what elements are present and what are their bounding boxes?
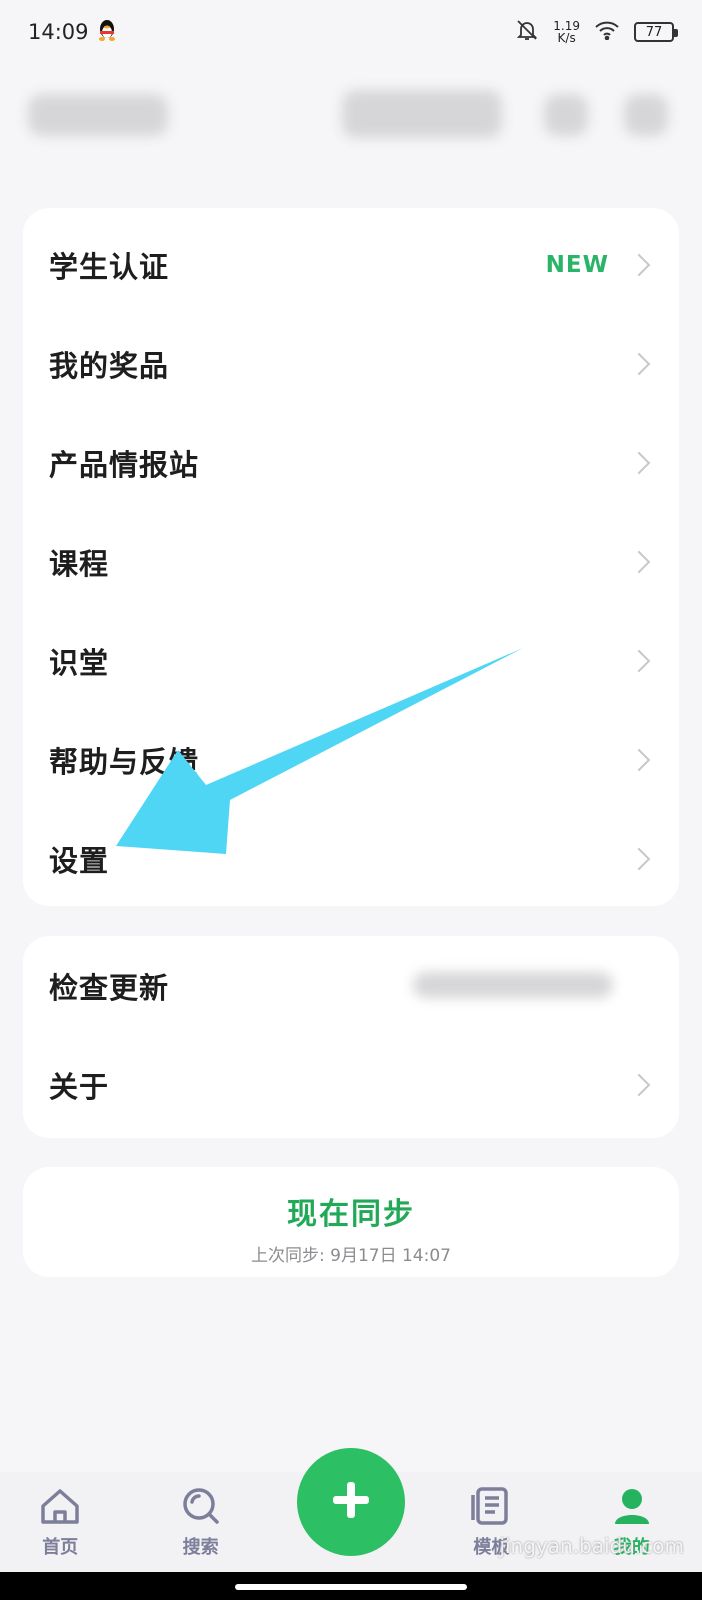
menu-item-product-news[interactable]: 产品情报站	[23, 413, 679, 512]
menu-item-label: 关于	[49, 1069, 110, 1104]
battery-icon: 77	[634, 22, 678, 42]
profile-header	[0, 64, 702, 174]
chevron-right-icon	[627, 352, 651, 375]
watermark-text: jingyan.baidu.com	[499, 1534, 684, 1558]
blurred-username	[28, 94, 168, 136]
qq-icon	[97, 18, 117, 47]
nav-search[interactable]: 搜索	[151, 1486, 251, 1559]
chevron-right-icon	[627, 253, 651, 276]
menu-item-my-prizes[interactable]: 我的奖品	[23, 314, 679, 413]
blurred-badge	[342, 90, 502, 138]
status-left: 14:09	[28, 18, 117, 47]
bell-muted-icon	[515, 18, 539, 47]
sync-card[interactable]: 现在同步 上次同步: 9月17日 14:07	[23, 1167, 679, 1277]
sync-now-button[interactable]: 现在同步	[23, 1167, 679, 1233]
menu-item-shitang[interactable]: 识堂	[23, 611, 679, 710]
menu-item-settings[interactable]: 设置	[23, 809, 679, 908]
chevron-right-icon	[627, 847, 651, 870]
wifi-icon	[594, 20, 620, 45]
plus-icon	[330, 1479, 372, 1525]
template-icon	[469, 1486, 513, 1533]
status-bar: 14:09 1.19 K/s 77	[0, 0, 702, 64]
last-sync-time: 上次同步: 9月17日 14:07	[251, 1246, 451, 1266]
menu-item-label: 设置	[49, 843, 110, 878]
blurred-version	[413, 972, 613, 998]
chevron-right-icon	[627, 748, 651, 771]
menu-item-label: 学生认证	[49, 249, 170, 284]
add-note-button[interactable]	[297, 1448, 405, 1556]
chevron-right-icon	[627, 1073, 651, 1096]
blurred-icon-b[interactable]	[624, 94, 668, 136]
menu-item-label: 帮助与反馈	[49, 744, 200, 779]
menu-item-check-update[interactable]: 检查更新	[23, 936, 679, 1035]
menu-item-courses[interactable]: 课程	[23, 512, 679, 611]
net-speed-unit: K/s	[557, 31, 576, 45]
status-right: 1.19 K/s 77	[515, 18, 678, 47]
menu-item-label: 课程	[49, 546, 110, 581]
menu-card: 学生认证 NEW 我的奖品 产品情报站 课程 识堂 帮助与反馈 设置	[23, 208, 679, 906]
menu-item-student-auth[interactable]: 学生认证 NEW	[23, 215, 679, 314]
search-icon	[179, 1486, 223, 1533]
nav-home-label: 首页	[42, 1536, 79, 1558]
chevron-right-icon	[627, 451, 651, 474]
new-badge: NEW	[545, 251, 609, 278]
menu-item-label: 产品情报站	[49, 447, 200, 482]
battery-level: 77	[645, 24, 663, 40]
status-time: 14:09	[28, 20, 89, 44]
user-icon	[610, 1486, 654, 1533]
net-speed: 1.19 K/s	[553, 20, 580, 44]
nav-home[interactable]: 首页	[10, 1486, 110, 1559]
menu-item-about[interactable]: 关于	[23, 1035, 679, 1134]
nav-search-label: 搜索	[182, 1536, 219, 1558]
about-card: 检查更新 关于	[23, 936, 679, 1138]
home-icon	[38, 1486, 82, 1533]
menu-item-label: 我的奖品	[49, 348, 170, 383]
menu-item-label: 识堂	[49, 645, 110, 680]
blurred-icon-a[interactable]	[544, 94, 588, 136]
chevron-right-icon	[627, 649, 651, 672]
menu-item-help-feedback[interactable]: 帮助与反馈	[23, 710, 679, 809]
chevron-right-icon	[627, 550, 651, 573]
home-indicator[interactable]	[235, 1584, 467, 1590]
